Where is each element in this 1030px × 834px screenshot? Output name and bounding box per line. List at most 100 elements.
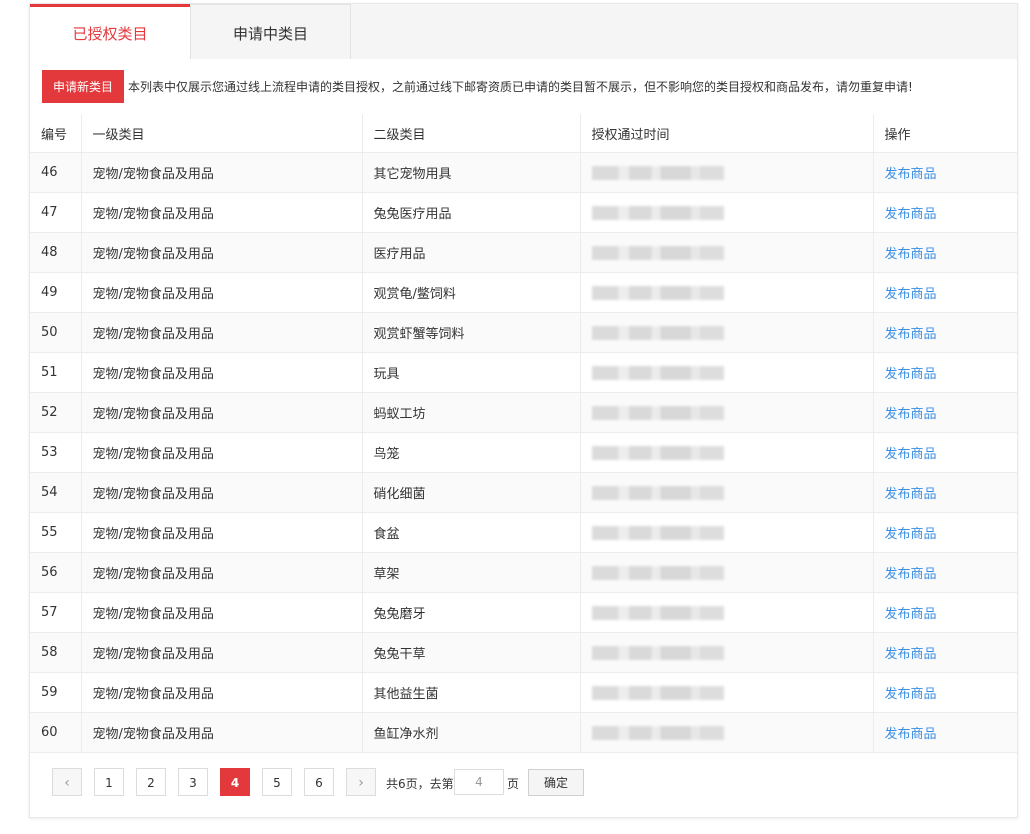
cell-action: 发布商品 (872, 152, 1017, 193)
cell-level1: 宠物/宠物食品及用品 (80, 352, 362, 393)
cell-auth-time (579, 152, 873, 193)
cell-action: 发布商品 (872, 712, 1017, 753)
redacted-time (591, 645, 724, 660)
cell-id: 48 (30, 232, 81, 273)
publish-product-link[interactable]: 发布商品 (885, 447, 937, 462)
cell-id: 47 (30, 192, 81, 233)
publish-product-link[interactable]: 发布商品 (885, 327, 937, 342)
cell-level1: 宠物/宠物食品及用品 (80, 312, 362, 353)
apply-new-category-button[interactable]: 申请新类目 (42, 70, 124, 103)
cell-level2: 兔兔磨牙 (361, 592, 580, 633)
redacted-time (591, 405, 724, 420)
cell-action: 发布商品 (872, 592, 1017, 633)
tab-pending-categories[interactable]: 申请中类目 (190, 4, 351, 59)
table-row: 46 宠物/宠物食品及用品 其它宠物用具 发布商品 (30, 152, 1017, 193)
cell-auth-time (579, 392, 873, 433)
category-auth-panel: 已授权类目 申请中类目 申请新类目 本列表中仅展示您通过线上流程申请的类目授权，… (29, 3, 1018, 818)
goto-page-input[interactable] (454, 769, 504, 795)
table-row: 57 宠物/宠物食品及用品 兔兔磨牙 发布商品 (30, 592, 1017, 633)
redacted-time (591, 525, 724, 540)
publish-product-link[interactable]: 发布商品 (885, 367, 937, 382)
goto-confirm-button[interactable]: 确定 (528, 769, 584, 796)
cell-level2: 鱼缸净水剂 (361, 712, 580, 753)
page-6[interactable]: 6 (304, 768, 334, 796)
cell-level2: 其他益生菌 (361, 672, 580, 713)
cell-action: 发布商品 (872, 272, 1017, 313)
publish-product-link[interactable]: 发布商品 (885, 647, 937, 662)
table-row: 56 宠物/宠物食品及用品 草架 发布商品 (30, 552, 1017, 593)
cell-id: 54 (30, 472, 81, 513)
table-row: 47 宠物/宠物食品及用品 兔兔医疗用品 发布商品 (30, 192, 1017, 233)
redacted-time (591, 365, 724, 380)
cell-action: 发布商品 (872, 192, 1017, 233)
publish-product-link[interactable]: 发布商品 (885, 607, 937, 622)
table-row: 54 宠物/宠物食品及用品 硝化细菌 发布商品 (30, 472, 1017, 513)
table-row: 52 宠物/宠物食品及用品 蚂蚁工坊 发布商品 (30, 392, 1017, 433)
publish-product-link[interactable]: 发布商品 (885, 287, 937, 302)
category-table: 编号 一级类目 二级类目 授权通过时间 操作 46 宠物/宠物食品及用品 其它宠物用… (30, 114, 1017, 753)
cell-auth-time (579, 712, 873, 753)
redacted-time (591, 165, 724, 180)
cell-level1: 宠物/宠物食品及用品 (80, 232, 362, 273)
header-level1: 一级类目 (80, 114, 362, 153)
cell-level2: 食盆 (361, 512, 580, 553)
cell-action: 发布商品 (872, 232, 1017, 273)
cell-action: 发布商品 (872, 312, 1017, 353)
header-auth-time: 授权通过时间 (579, 114, 873, 153)
cell-id: 58 (30, 632, 81, 673)
tab-authorized-categories[interactable]: 已授权类目 (30, 4, 190, 59)
publish-product-link[interactable]: 发布商品 (885, 687, 937, 702)
total-pages-text: 共6页，去第 (386, 777, 454, 791)
page-3[interactable]: 3 (178, 768, 208, 796)
table-header-row: 编号 一级类目 二级类目 授权通过时间 操作 (30, 114, 1017, 153)
table-row: 48 宠物/宠物食品及用品 医疗用品 发布商品 (30, 232, 1017, 273)
table-row: 53 宠物/宠物食品及用品 鸟笼 发布商品 (30, 432, 1017, 473)
page-4-current[interactable]: 4 (220, 768, 250, 796)
cell-action: 发布商品 (872, 352, 1017, 393)
page-1[interactable]: 1 (94, 768, 124, 796)
redacted-time (591, 485, 724, 500)
page-5[interactable]: 5 (262, 768, 292, 796)
publish-product-link[interactable]: 发布商品 (885, 247, 937, 262)
cell-action: 发布商品 (872, 672, 1017, 713)
cell-level1: 宠物/宠物食品及用品 (80, 192, 362, 233)
cell-id: 49 (30, 272, 81, 313)
cell-action: 发布商品 (872, 432, 1017, 473)
cell-action: 发布商品 (872, 512, 1017, 553)
cell-auth-time (579, 472, 873, 513)
cell-auth-time (579, 232, 873, 273)
cell-level2: 医疗用品 (361, 232, 580, 273)
redacted-time (591, 725, 724, 740)
cell-id: 52 (30, 392, 81, 433)
cell-auth-time (579, 432, 873, 473)
cell-level2: 硝化细菌 (361, 472, 580, 513)
cell-id: 53 (30, 432, 81, 473)
page-2[interactable]: 2 (136, 768, 166, 796)
pagination: ‹ 1 2 3 4 5 6 › 共6页，去第 页 确定 (52, 768, 992, 798)
cell-level1: 宠物/宠物食品及用品 (80, 552, 362, 593)
cell-level1: 宠物/宠物食品及用品 (80, 632, 362, 673)
cell-level1: 宠物/宠物食品及用品 (80, 272, 362, 313)
cell-id: 59 (30, 672, 81, 713)
publish-product-link[interactable]: 发布商品 (885, 567, 937, 582)
cell-auth-time (579, 312, 873, 353)
prev-page-icon[interactable]: ‹ (52, 768, 82, 796)
publish-product-link[interactable]: 发布商品 (885, 407, 937, 422)
notice-text: 本列表中仅展示您通过线上流程申请的类目授权，之前通过线下邮寄资质已申请的类目暂不… (128, 80, 913, 94)
publish-product-link[interactable]: 发布商品 (885, 207, 937, 222)
table-row: 59 宠物/宠物食品及用品 其他益生菌 发布商品 (30, 672, 1017, 713)
page-suffix: 页 (507, 777, 520, 791)
publish-product-link[interactable]: 发布商品 (885, 727, 937, 742)
redacted-time (591, 205, 724, 220)
redacted-time (591, 285, 724, 300)
publish-product-link[interactable]: 发布商品 (885, 167, 937, 182)
cell-action: 发布商品 (872, 632, 1017, 673)
publish-product-link[interactable]: 发布商品 (885, 527, 937, 542)
publish-product-link[interactable]: 发布商品 (885, 487, 937, 502)
cell-level1: 宠物/宠物食品及用品 (80, 472, 362, 513)
cell-id: 60 (30, 712, 81, 753)
redacted-time (591, 685, 724, 700)
next-page-icon[interactable]: › (346, 768, 376, 796)
redacted-time (591, 565, 724, 580)
table-row: 50 宠物/宠物食品及用品 观赏虾蟹等饲料 发布商品 (30, 312, 1017, 353)
